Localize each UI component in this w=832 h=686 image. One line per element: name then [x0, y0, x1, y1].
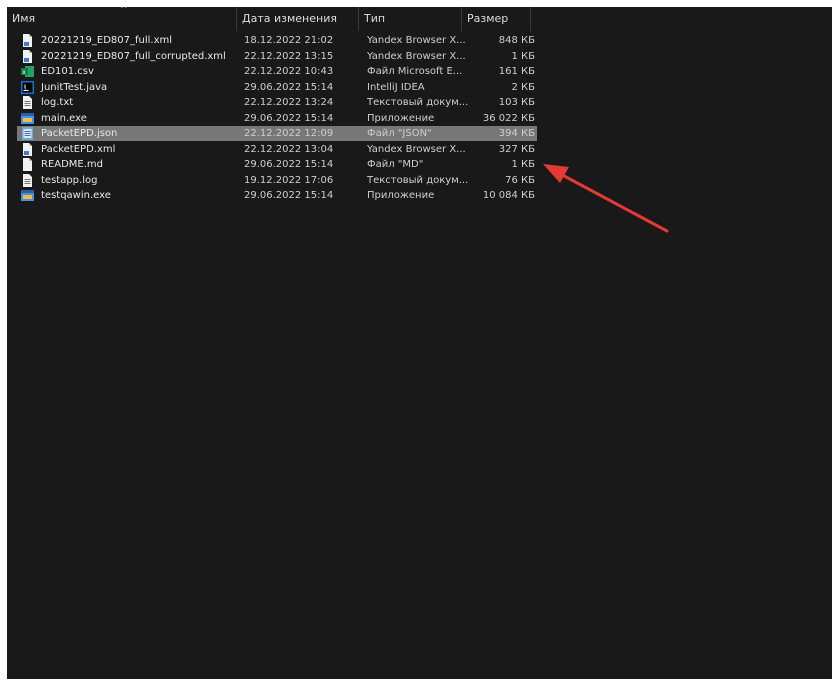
file-explorer-window: Имя ^ Дата изменения Тип Размер 20221219… — [7, 7, 832, 679]
arrow-shaft — [551, 168, 669, 233]
annotation-arrow — [543, 164, 669, 233]
arrow-head — [543, 164, 569, 183]
